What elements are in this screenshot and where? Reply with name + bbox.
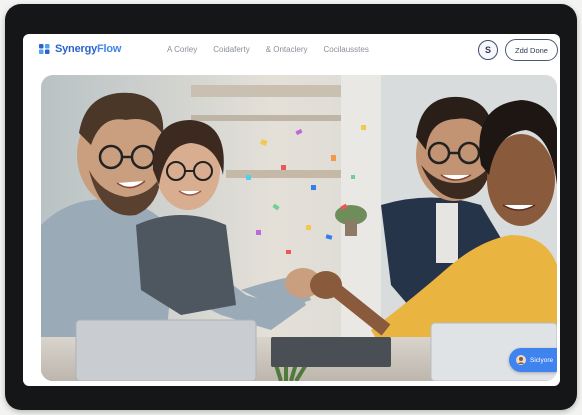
- synergy-logo-icon: [39, 44, 50, 54]
- hero-image: Siclyore: [41, 75, 557, 381]
- primary-action-button[interactable]: Zdd Done: [505, 39, 558, 61]
- nav-item-3[interactable]: & Ontaclery: [266, 45, 308, 54]
- brand-logo[interactable]: SynergyFlow: [39, 43, 121, 55]
- primary-action-label: Zdd Done: [515, 45, 548, 55]
- team-fistbump-photo: [41, 75, 557, 381]
- hero-cta-button[interactable]: Siclyore: [509, 348, 557, 372]
- main-menu: A Corley Coidaferty & Ontaclery Cocilaus…: [167, 45, 369, 54]
- account-initial: S: [484, 45, 491, 55]
- nav-item-1[interactable]: A Corley: [167, 45, 197, 54]
- brand-name-main: Synergy: [55, 43, 98, 55]
- brand-name-accent: Flow: [97, 43, 122, 55]
- brand-name: SynergyFlow: [55, 43, 121, 55]
- nav-item-2[interactable]: Coidaferty: [213, 45, 249, 54]
- app-screen: SynergyFlow A Corley Coidaferty & Ontacl…: [23, 34, 560, 386]
- hero-cta-label: Siclyore: [530, 356, 554, 364]
- nav-item-4[interactable]: Cocilausstes: [324, 45, 369, 54]
- tablet-frame: SynergyFlow A Corley Coidaferty & Ontacl…: [5, 4, 577, 410]
- top-navbar: SynergyFlow A Corley Coidaferty & Ontacl…: [23, 34, 560, 66]
- user-avatar-icon: [516, 355, 526, 365]
- account-avatar-button[interactable]: S: [478, 40, 498, 60]
